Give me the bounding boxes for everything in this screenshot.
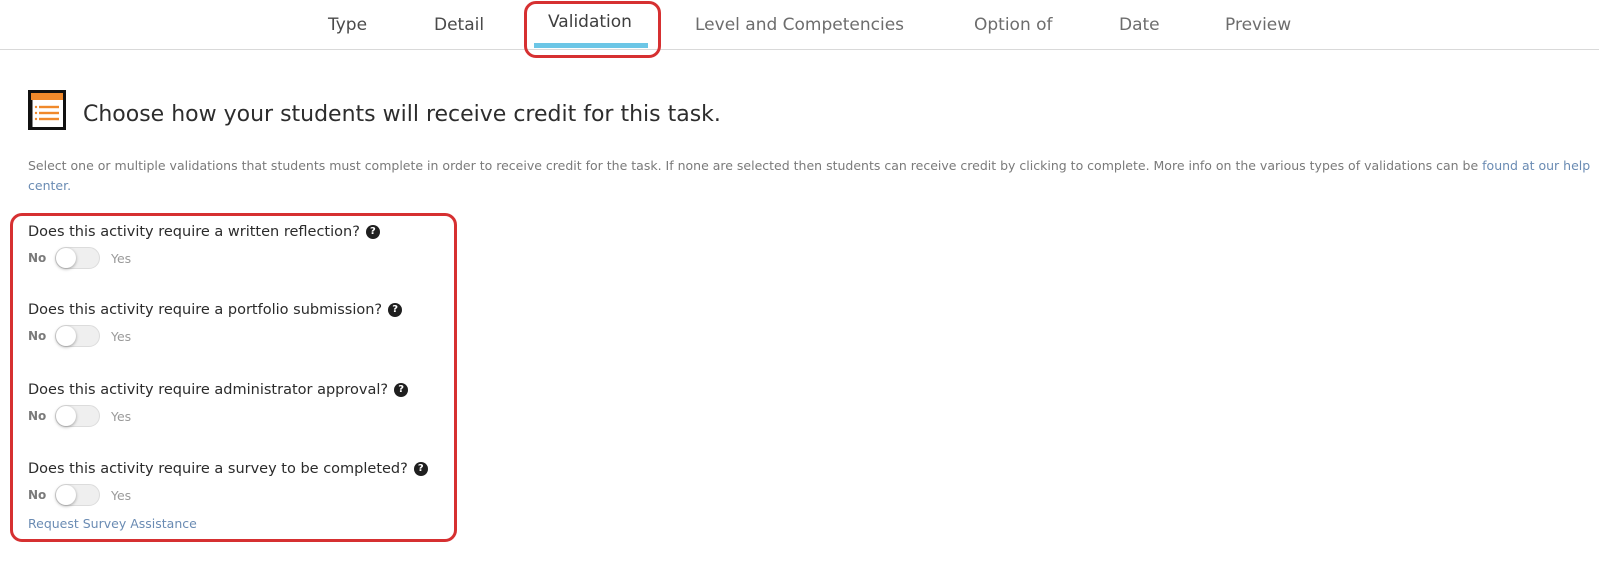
tab-date[interactable]: Date bbox=[1119, 15, 1160, 35]
list-document-icon bbox=[28, 90, 66, 130]
validation-question-survey: Does this activity require a survey to b… bbox=[28, 461, 428, 507]
toggle-off-label: No bbox=[28, 488, 47, 502]
instructions-text: Select one or multiple validations that … bbox=[28, 156, 1593, 196]
question-label: Does this activity require a portfolio s… bbox=[28, 302, 383, 318]
validation-question-written-reflection: Does this activity require a written ref… bbox=[28, 224, 380, 270]
step-tab-bar: Type Detail Validation Level and Compete… bbox=[0, 0, 1599, 50]
question-label: Does this activity require administrator… bbox=[28, 382, 389, 398]
question-circle-icon[interactable]: ? bbox=[394, 383, 409, 397]
survey-toggle[interactable] bbox=[55, 484, 100, 506]
tab-preview[interactable]: Preview bbox=[1225, 15, 1291, 35]
instructions-body: Select one or multiple validations that … bbox=[28, 158, 1483, 173]
question-label: Does this activity require a written ref… bbox=[28, 224, 360, 240]
portfolio-submission-toggle[interactable] bbox=[55, 325, 100, 347]
toggle-knob bbox=[56, 485, 76, 505]
toggle-knob bbox=[56, 248, 76, 268]
question-circle-icon[interactable]: ? bbox=[365, 225, 380, 239]
toggle-off-label: No bbox=[28, 409, 47, 423]
tab-level-and-competencies[interactable]: Level and Competencies bbox=[695, 15, 904, 35]
tab-type[interactable]: Type bbox=[328, 15, 367, 35]
toggle-knob bbox=[56, 406, 76, 426]
validation-question-portfolio-submission: Does this activity require a portfolio s… bbox=[28, 302, 403, 348]
highlight-annotation-tab bbox=[524, 1, 661, 58]
page-title: Choose how your students will receive cr… bbox=[83, 102, 721, 127]
toggle-knob bbox=[56, 326, 76, 346]
tab-detail[interactable]: Detail bbox=[434, 15, 484, 35]
question-circle-icon[interactable]: ? bbox=[388, 303, 403, 317]
validation-question-administrator-approval: Does this activity require administrator… bbox=[28, 382, 409, 428]
tab-option-of[interactable]: Option of bbox=[974, 15, 1053, 35]
written-reflection-toggle[interactable] bbox=[55, 247, 100, 269]
toggle-off-label: No bbox=[28, 329, 47, 343]
question-circle-icon[interactable]: ? bbox=[413, 462, 428, 476]
question-label: Does this activity require a survey to b… bbox=[28, 461, 408, 477]
toggle-off-label: No bbox=[28, 251, 47, 265]
request-survey-assistance-link[interactable]: Request Survey Assistance bbox=[28, 516, 197, 531]
toggle-on-label: Yes bbox=[111, 250, 132, 266]
administrator-approval-toggle[interactable] bbox=[55, 405, 100, 427]
toggle-on-label: Yes bbox=[111, 487, 132, 503]
toggle-on-label: Yes bbox=[111, 408, 132, 424]
toggle-on-label: Yes bbox=[111, 328, 132, 344]
